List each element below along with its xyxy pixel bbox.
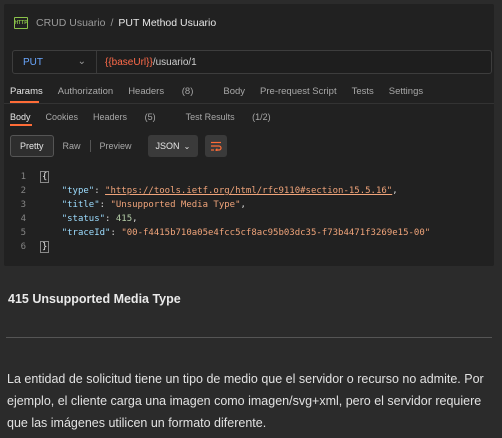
breadcrumb-separator: / xyxy=(110,17,114,29)
tab-cookies[interactable]: Cookies xyxy=(46,112,79,122)
code-line: 5 "traceId": "00-f4415b710a05e4fcc5cf8ac… xyxy=(10,226,431,240)
json-key: "status" xyxy=(61,214,106,224)
tab-response-headers-count: (5) xyxy=(144,112,156,122)
format-select[interactable]: JSON ⌄ xyxy=(147,135,199,157)
line-number: 3 xyxy=(20,200,26,210)
tab-settings[interactable]: Settings xyxy=(389,86,423,97)
doc-heading: 415 Unsupported Media Type xyxy=(8,292,181,306)
wrap-lines-icon xyxy=(211,141,222,151)
view-mode-group: Pretty Raw Preview xyxy=(10,135,141,157)
tab-pre-request-script[interactable]: Pre-request Script xyxy=(260,86,337,97)
code-line: 2 "type": "https://tools.ietf.org/html/r… xyxy=(10,184,430,198)
active-subtab-indicator xyxy=(10,124,32,126)
json-value: 415 xyxy=(115,214,133,224)
divider xyxy=(6,337,492,338)
tab-tests[interactable]: Tests xyxy=(352,86,374,97)
line-number: 4 xyxy=(20,214,26,224)
line-number: 6 xyxy=(20,242,26,252)
breadcrumb-collection[interactable]: CRUD Usuario xyxy=(36,17,105,29)
http-file-icon: HTTP xyxy=(14,17,28,29)
tab-headers-count: (8) xyxy=(181,86,194,97)
code-line: 6 } xyxy=(10,240,430,254)
tab-params[interactable]: Params xyxy=(10,86,43,97)
tab-headers[interactable]: Headers (8) xyxy=(128,86,208,97)
chevron-down-icon: ⌄ xyxy=(77,56,86,67)
line-number: 5 xyxy=(20,228,26,238)
url-input[interactable]: {{baseUrl}}/usuario/1 xyxy=(97,57,197,68)
url-variable: {{baseUrl}} xyxy=(105,56,153,68)
view-pretty-button[interactable]: Pretty xyxy=(10,135,54,157)
tabs-divider xyxy=(4,103,494,104)
json-key: "title" xyxy=(61,200,100,210)
tab-headers-label: Headers xyxy=(128,86,165,97)
json-key: "type" xyxy=(61,186,95,196)
close-brace: } xyxy=(40,241,50,253)
tab-test-results-count: (1/2) xyxy=(252,112,271,122)
json-key: "traceId" xyxy=(61,228,111,238)
tab-response-headers[interactable]: Headers (5) xyxy=(93,112,171,122)
open-brace: { xyxy=(40,171,50,183)
tab-authorization[interactable]: Authorization xyxy=(58,86,113,97)
line-number: 1 xyxy=(20,172,26,182)
code-line: 3 "title": "Unsupported Media Type", xyxy=(10,198,430,212)
tab-test-results[interactable]: Test Results (1/2) xyxy=(186,112,286,122)
view-raw-button[interactable]: Raw xyxy=(54,141,90,151)
method-select[interactable]: PUT ⌄ xyxy=(13,51,97,73)
breadcrumb-request-name[interactable]: PUT Method Usuario xyxy=(118,17,216,29)
method-label: PUT xyxy=(23,56,43,68)
url-path: /usuario/1 xyxy=(152,56,197,68)
doc-paragraph: La entidad de solicitud tiene un tipo de… xyxy=(7,372,484,430)
response-view-toolbar: Pretty Raw Preview JSON ⌄ xyxy=(10,135,228,157)
tab-body[interactable]: Body xyxy=(223,86,245,97)
tab-test-results-label: Test Results xyxy=(185,112,235,122)
tab-response-body[interactable]: Body xyxy=(10,112,31,122)
response-body-code[interactable]: 1 { 2 "type": "https://tools.ietf.org/ht… xyxy=(10,170,430,254)
json-value: "Unsupported Media Type" xyxy=(110,200,241,210)
json-link-value[interactable]: "https://tools.ietf.org/html/rfc9110#sec… xyxy=(105,186,392,196)
json-value: "00-f4415b710a05e4fcc5cf8ac95b03dc35-f73… xyxy=(121,228,431,238)
response-tabs: Body Cookies Headers (5) Test Results (1… xyxy=(10,112,301,122)
format-label: JSON xyxy=(155,141,180,151)
request-url-bar: PUT ⌄ {{baseUrl}}/usuario/1 xyxy=(12,50,492,74)
request-tabs: Params Authorization Headers (8) Body Pr… xyxy=(10,86,438,97)
chevron-down-icon: ⌄ xyxy=(183,141,191,151)
wrap-lines-button[interactable] xyxy=(205,135,228,157)
breadcrumb: HTTP CRUD Usuario / PUT Method Usuario xyxy=(14,15,216,31)
code-line: 1 { xyxy=(10,170,430,184)
view-preview-button[interactable]: Preview xyxy=(91,141,141,151)
line-number: 2 xyxy=(20,186,26,196)
code-line: 4 "status": 415, xyxy=(10,212,430,226)
tab-response-headers-label: Headers xyxy=(93,112,128,122)
